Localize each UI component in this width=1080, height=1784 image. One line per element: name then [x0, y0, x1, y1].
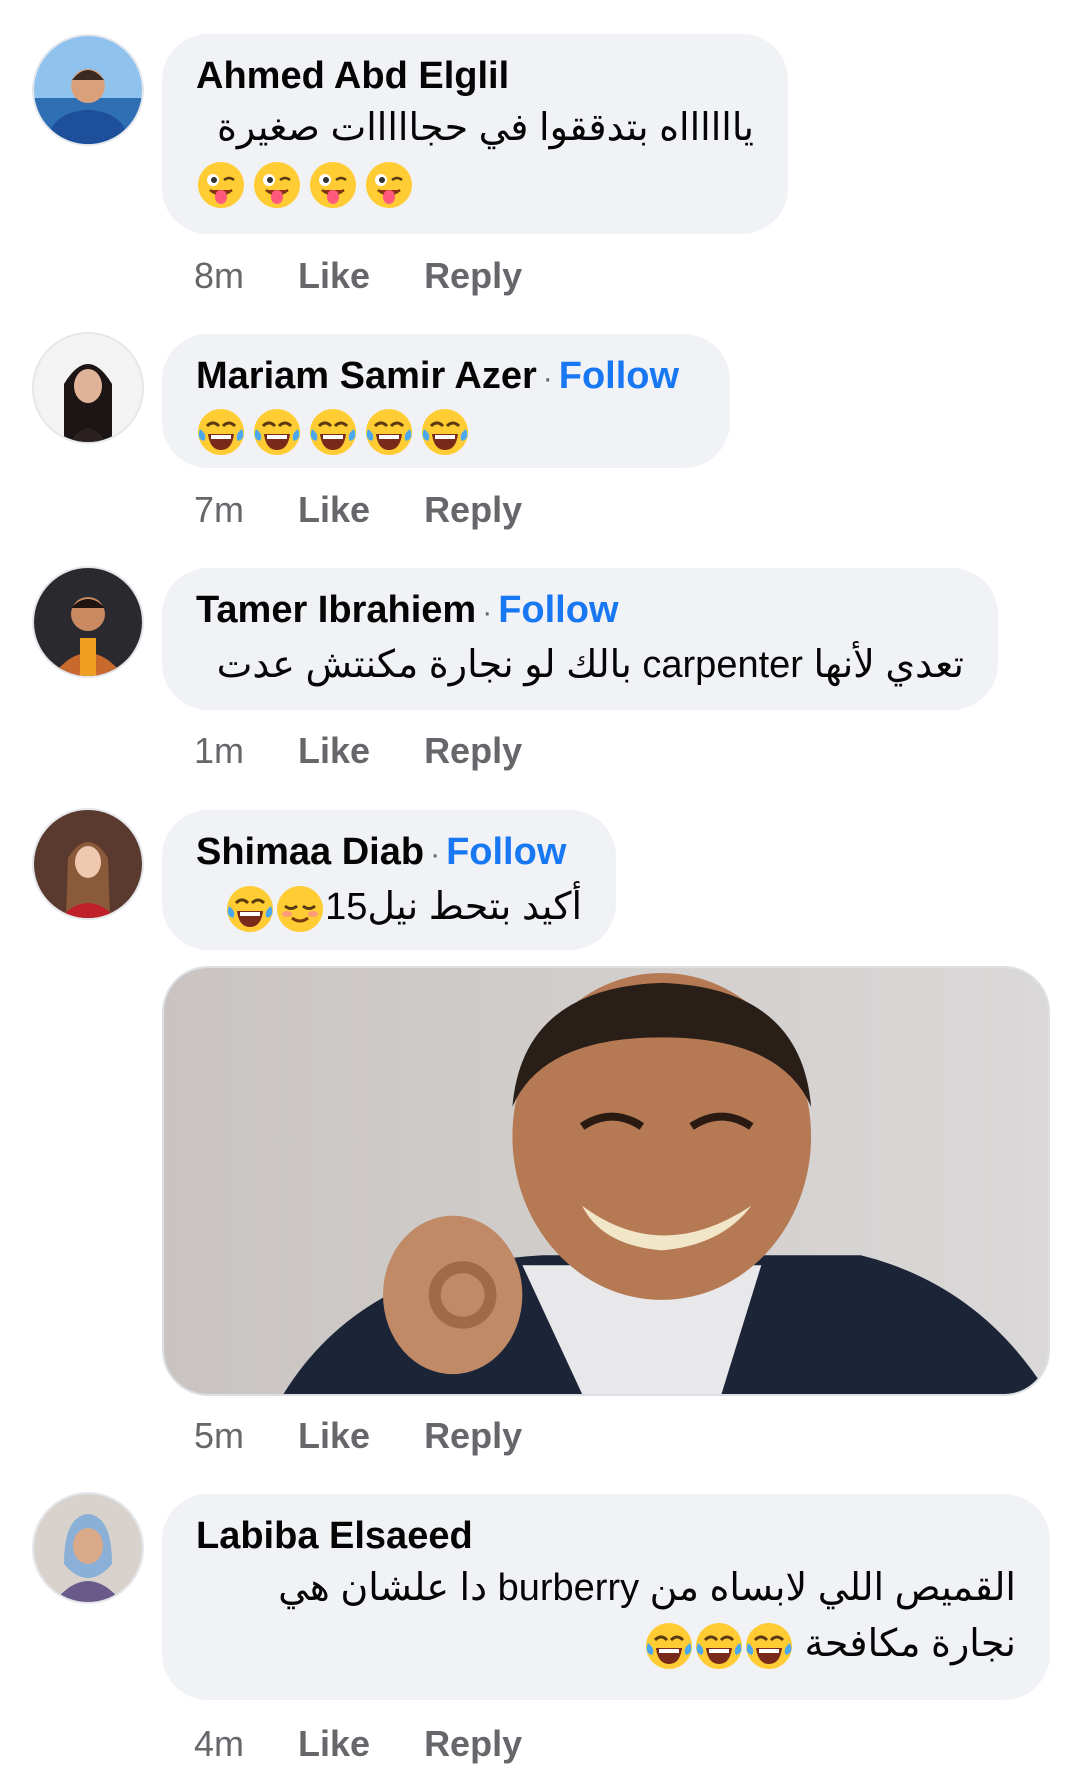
attached-photo[interactable]	[162, 966, 1050, 1396]
reply-button[interactable]: Reply	[424, 729, 522, 773]
comment-actions: 7m Like Reply	[194, 488, 522, 532]
follow-button[interactable]: Follow	[559, 355, 679, 397]
follow-button[interactable]: Follow	[498, 589, 618, 631]
emoji-row	[196, 407, 696, 457]
separator-dot: ·	[542, 362, 553, 395]
comment-text-line-2: نجارة مكافحة	[804, 1623, 1017, 1665]
timestamp[interactable]: 5m	[194, 1414, 244, 1458]
comment-text-line-2-wrap: نجارة مكافحة	[196, 1616, 1016, 1672]
separator-dot: ·	[482, 596, 493, 629]
tears-of-joy-face-icon	[422, 409, 468, 455]
timestamp[interactable]: 1m	[194, 729, 244, 773]
author-name[interactable]: Mariam Samir Azer	[196, 355, 537, 397]
reply-button[interactable]: Reply	[424, 1722, 522, 1766]
tears-of-joy-face-icon	[310, 409, 356, 455]
like-button[interactable]: Like	[298, 254, 370, 298]
comment-text: أكيد بتحط نيل15	[325, 886, 582, 928]
photo-man-smiling-dark-suit	[164, 968, 1048, 1394]
comment-bubble: Shimaa Diab · Follow أكيد بتحط نيل15	[162, 810, 616, 950]
author-name[interactable]: Labiba Elsaeed	[196, 1515, 473, 1557]
avatar[interactable]	[34, 1494, 142, 1602]
tears-of-joy-face-icon	[227, 885, 274, 932]
avatar[interactable]	[34, 36, 142, 144]
tears-of-joy-face-icon	[254, 409, 300, 455]
like-button[interactable]: Like	[298, 1414, 370, 1458]
comment-bubble: Ahmed Abd Elglil يااااااه بتدققوا في حجا…	[162, 34, 788, 234]
tears-of-joy-face-icon	[198, 409, 244, 455]
reply-button[interactable]: Reply	[424, 254, 522, 298]
avatar-photo-woman-red-top	[34, 810, 142, 918]
comment-actions: 5m Like Reply	[194, 1414, 522, 1458]
tears-of-joy-face-icon	[695, 1622, 742, 1669]
author-name[interactable]: Shimaa Diab	[196, 831, 424, 873]
winking-tongue-face-icon	[254, 162, 300, 208]
emoji-row	[196, 160, 754, 210]
avatar-photo-woman-dark-hair	[34, 334, 142, 442]
tears-of-joy-face-icon	[366, 409, 412, 455]
comment-text-line: أكيد بتحط نيل15	[196, 879, 582, 935]
winking-tongue-face-icon	[366, 162, 412, 208]
timestamp[interactable]: 8m	[194, 254, 244, 298]
comment-bubble: Tamer Ibrahiem · Follow تعدي لأنها carpent…	[162, 568, 998, 710]
tears-of-joy-face-icon	[745, 1622, 792, 1669]
timestamp[interactable]: 4m	[194, 1722, 244, 1766]
winking-tongue-face-icon	[198, 162, 244, 208]
comment-text: يااااااه بتدققوا في حجااااات صغيرة	[216, 107, 754, 149]
follow-button[interactable]: Follow	[446, 831, 566, 873]
tears-of-joy-face-icon	[645, 1622, 692, 1669]
avatar-photo-man-blue-jacket	[34, 36, 142, 144]
like-button[interactable]: Like	[298, 488, 370, 532]
avatar[interactable]	[34, 334, 142, 442]
reply-button[interactable]: Reply	[424, 488, 522, 532]
relieved-face-icon	[277, 885, 324, 932]
separator-dot: ·	[430, 838, 441, 871]
winking-tongue-face-icon	[310, 162, 356, 208]
author-name[interactable]: Tamer Ibrahiem	[196, 589, 476, 631]
comment-actions: 8m Like Reply	[194, 254, 522, 298]
avatar-photo-man-orange-jacket	[34, 568, 142, 676]
timestamp[interactable]: 7m	[194, 488, 244, 532]
comment-text: تعدي لأنها carpenter بالك لو نجارة مكنتش…	[216, 644, 964, 686]
avatar-photo-woman-headscarf	[34, 1494, 142, 1602]
like-button[interactable]: Like	[298, 729, 370, 773]
author-name[interactable]: Ahmed Abd Elglil	[196, 55, 509, 97]
comment-bubble: Mariam Samir Azer · Follow	[162, 334, 730, 468]
comment-bubble: Labiba Elsaeed القميص اللي لابساه من bur…	[162, 1494, 1050, 1700]
like-button[interactable]: Like	[298, 1722, 370, 1766]
avatar[interactable]	[34, 568, 142, 676]
comment-actions: 4m Like Reply	[194, 1722, 522, 1766]
reply-button[interactable]: Reply	[424, 1414, 522, 1458]
comment-actions: 1m Like Reply	[194, 729, 522, 773]
avatar[interactable]	[34, 810, 142, 918]
comment-text-line-1: القميص اللي لابساه من burberry دا علشان …	[278, 1567, 1016, 1609]
